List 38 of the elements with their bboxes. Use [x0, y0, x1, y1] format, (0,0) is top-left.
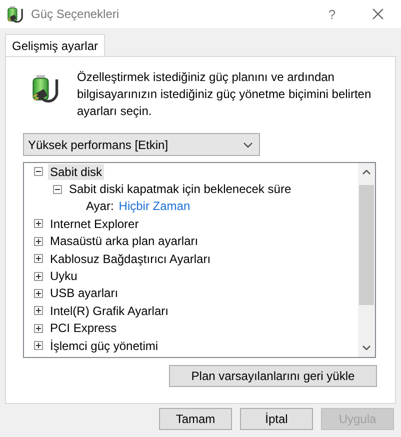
collapse-icon[interactable] — [53, 184, 62, 194]
help-button[interactable]: ? — [309, 0, 355, 28]
chevron-down-icon — [243, 142, 253, 148]
tree-item[interactable]: İşlemci güç yönetimi — [48, 338, 160, 354]
collapse-icon[interactable] — [34, 167, 43, 176]
tree-item[interactable]: USB ayarları — [48, 285, 120, 302]
expand-icon[interactable] — [34, 324, 43, 333]
tree-item[interactable]: Internet Explorer — [48, 216, 141, 232]
tab[interactable]: Gelişmiş ayarlar — [5, 34, 106, 56]
expand-icon[interactable] — [34, 219, 43, 228]
expand-icon[interactable] — [34, 236, 43, 246]
tree-item[interactable]: Intel(R) Grafik Ayarları — [48, 302, 170, 319]
scroll-down-icon[interactable] — [362, 345, 371, 351]
window-title: Güç Seçenekleri — [31, 7, 120, 21]
battery-plug-icon — [30, 73, 60, 105]
expand-icon[interactable] — [34, 272, 43, 281]
power-plug-icon — [6, 5, 24, 23]
scrollbar[interactable] — [358, 163, 375, 357]
dialog-button[interactable]: Tamam — [159, 408, 232, 430]
setting-label: Ayar: — [86, 199, 114, 214]
instruction-text: Özelleştirmek istediğiniz güç planını ve ardından bilgisayarınızın istediğiniz güç yönetme biçimini belirten ayarları seçin. — [77, 69, 372, 120]
tree-item[interactable]: Sabit diski kapatmak için beklenecek süre — [67, 181, 294, 198]
tree-item[interactable]: Sabit disk — [48, 164, 104, 180]
plan-dropdown[interactable]: Yüksek performans [Etkin] — [23, 133, 260, 156]
restore-defaults-button[interactable]: Plan varsayılanlarını geri yükle — [169, 365, 377, 387]
expand-icon[interactable] — [34, 341, 43, 350]
close-icon — [372, 8, 384, 20]
scroll-up-icon[interactable] — [362, 169, 371, 175]
tree-item[interactable]: Masaüstü arka plan ayarları — [48, 233, 200, 250]
dialog-button[interactable]: İptal — [240, 408, 313, 430]
tree-item[interactable]: Kablosuz Bağdaştırıcı Ayarları — [48, 250, 213, 267]
setting-value-link[interactable]: Hiçbir Zaman — [118, 199, 190, 214]
tree-item[interactable]: PCI Express — [48, 320, 119, 336]
tree-item[interactable]: Uyku — [48, 268, 80, 284]
expand-icon[interactable] — [34, 254, 43, 264]
expand-icon[interactable] — [34, 288, 43, 298]
scroll-thumb[interactable] — [359, 185, 374, 305]
expand-icon[interactable] — [34, 306, 43, 316]
